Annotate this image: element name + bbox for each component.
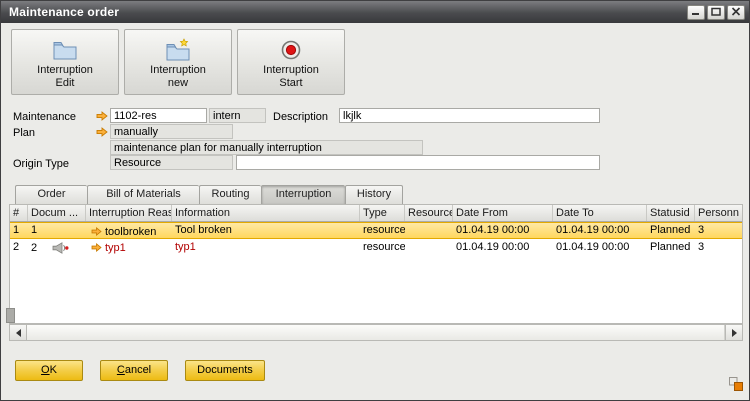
close-button[interactable] bbox=[727, 5, 745, 20]
maintenance-label: Maintenance bbox=[13, 110, 76, 124]
horizontal-scrollbar bbox=[9, 324, 743, 341]
announcement-icon bbox=[52, 242, 70, 254]
origin-extra-input[interactable] bbox=[236, 155, 600, 170]
cancel-button[interactable]: Cancel bbox=[100, 360, 168, 381]
interruption-start-button[interactable]: Interruption Start bbox=[237, 29, 345, 95]
scroll-left-button[interactable] bbox=[10, 325, 27, 340]
cell-type: resource bbox=[360, 239, 405, 256]
column-header-date-from: Date From bbox=[453, 205, 553, 221]
interruption-new-button[interactable]: Interruption new bbox=[124, 29, 232, 95]
cell-reason: toolbroken bbox=[86, 223, 172, 240]
ok-button[interactable]: OK bbox=[15, 360, 83, 381]
cell-personnel: 3 bbox=[695, 239, 742, 256]
button-label-line1: Interruption bbox=[150, 64, 206, 77]
column-header-type: Type bbox=[360, 205, 405, 221]
tab-interruption[interactable]: Interruption bbox=[261, 185, 345, 204]
cell-document: 2 bbox=[28, 239, 86, 256]
vertical-scroll-thumb[interactable] bbox=[6, 308, 15, 323]
link-arrow-icon[interactable] bbox=[91, 227, 102, 236]
documents-button[interactable]: Documents bbox=[185, 360, 265, 381]
maximize-icon bbox=[711, 3, 721, 21]
column-header-date-to: Date To bbox=[553, 205, 647, 221]
titlebar: Maintenance order bbox=[1, 1, 749, 23]
reason-text: toolbroken bbox=[105, 225, 156, 239]
button-label-line2: Start bbox=[279, 77, 302, 90]
plan-field: manually bbox=[110, 124, 233, 139]
ok-button-label: OK bbox=[16, 361, 82, 380]
maintenance-order-window: Maintenance order Interruption Edit bbox=[0, 0, 750, 401]
scroll-right-icon bbox=[732, 329, 737, 337]
button-label-line2: Edit bbox=[56, 77, 75, 90]
tab-order[interactable]: Order bbox=[15, 185, 87, 204]
table-row[interactable]: 1 1 toolbroken Tool broken resource 01.0… bbox=[10, 222, 742, 239]
maintenance-input[interactable] bbox=[110, 108, 207, 123]
cell-date-from: 01.04.19 00:00 bbox=[453, 223, 553, 240]
column-header-reason: Interruption Reaso bbox=[86, 205, 172, 221]
column-header-information: Information bbox=[172, 205, 360, 221]
interruption-edit-button[interactable]: Interruption Edit bbox=[11, 29, 119, 95]
column-header-document: Docum ... bbox=[28, 205, 86, 221]
maximize-button[interactable] bbox=[707, 5, 725, 20]
maintenance-kind-field: intern bbox=[209, 108, 266, 123]
minimize-button[interactable] bbox=[687, 5, 705, 20]
horizontal-scroll-thumb[interactable] bbox=[27, 325, 725, 340]
cell-information: Tool broken bbox=[172, 223, 360, 240]
column-header-statusid: Statusid bbox=[647, 205, 695, 221]
description-label: Description bbox=[273, 110, 328, 124]
tab-routing[interactable]: Routing bbox=[199, 185, 261, 204]
minimize-icon bbox=[691, 3, 701, 21]
origin-type-field: Resource bbox=[110, 155, 233, 170]
column-header-personnel: Personn bbox=[695, 205, 742, 221]
button-label-line2: new bbox=[168, 77, 188, 90]
cell-date-from: 01.04.19 00:00 bbox=[453, 239, 553, 256]
table-header-row: # Docum ... Interruption Reaso Informati… bbox=[10, 205, 742, 222]
cell-statusid: Planned bbox=[647, 239, 695, 256]
cancel-button-label: Cancel bbox=[101, 361, 167, 380]
cell-information: typ1 bbox=[172, 239, 360, 256]
cell-statusid: Planned bbox=[647, 223, 695, 240]
tab-strip: Order Bill of Materials Routing Interrup… bbox=[15, 185, 403, 204]
origin-type-label: Origin Type bbox=[13, 157, 69, 171]
plan-label: Plan bbox=[13, 126, 35, 140]
cell-date-to: 01.04.19 00:00 bbox=[553, 239, 647, 256]
cell-date-to: 01.04.19 00:00 bbox=[553, 223, 647, 240]
interruption-start-icon bbox=[280, 36, 302, 64]
window-controls bbox=[687, 5, 745, 20]
interruption-table: # Docum ... Interruption Reaso Informati… bbox=[9, 204, 743, 324]
link-arrow-icon[interactable] bbox=[96, 127, 108, 137]
window-title: Maintenance order bbox=[9, 5, 687, 19]
cell-type: resource bbox=[360, 223, 405, 240]
document-number: 2 bbox=[31, 240, 37, 256]
reason-text: typ1 bbox=[105, 240, 126, 256]
documents-button-label: Documents bbox=[186, 361, 264, 380]
cell-resource bbox=[405, 239, 453, 256]
scroll-right-button[interactable] bbox=[725, 325, 742, 340]
cell-num: 2 bbox=[10, 239, 28, 256]
close-icon bbox=[731, 3, 741, 21]
plan-info-field: maintenance plan for manually interrupti… bbox=[110, 140, 423, 155]
cell-document: 1 bbox=[28, 223, 86, 240]
button-label-line1: Interruption bbox=[263, 64, 319, 77]
cell-personnel: 3 bbox=[695, 223, 742, 240]
interruption-edit-icon bbox=[52, 36, 78, 64]
column-header-resource: Resource bbox=[405, 205, 453, 221]
resize-grip-icon[interactable] bbox=[729, 377, 743, 391]
link-arrow-icon[interactable] bbox=[91, 243, 102, 252]
interruption-new-icon bbox=[165, 36, 191, 64]
table-row[interactable]: 2 2 typ1 typ1 resource bbox=[10, 239, 742, 256]
cell-reason: typ1 bbox=[86, 239, 172, 256]
button-label-line1: Interruption bbox=[37, 64, 93, 77]
cell-num: 1 bbox=[10, 223, 28, 240]
scroll-left-icon bbox=[16, 329, 21, 337]
tab-history[interactable]: History bbox=[345, 185, 403, 204]
column-header-num: # bbox=[10, 205, 28, 221]
tab-bill-of-materials[interactable]: Bill of Materials bbox=[87, 185, 199, 204]
toolbar: Interruption Edit Interruption new bbox=[11, 29, 345, 95]
cell-resource bbox=[405, 223, 453, 240]
description-input[interactable] bbox=[339, 108, 600, 123]
link-arrow-icon[interactable] bbox=[96, 111, 108, 121]
